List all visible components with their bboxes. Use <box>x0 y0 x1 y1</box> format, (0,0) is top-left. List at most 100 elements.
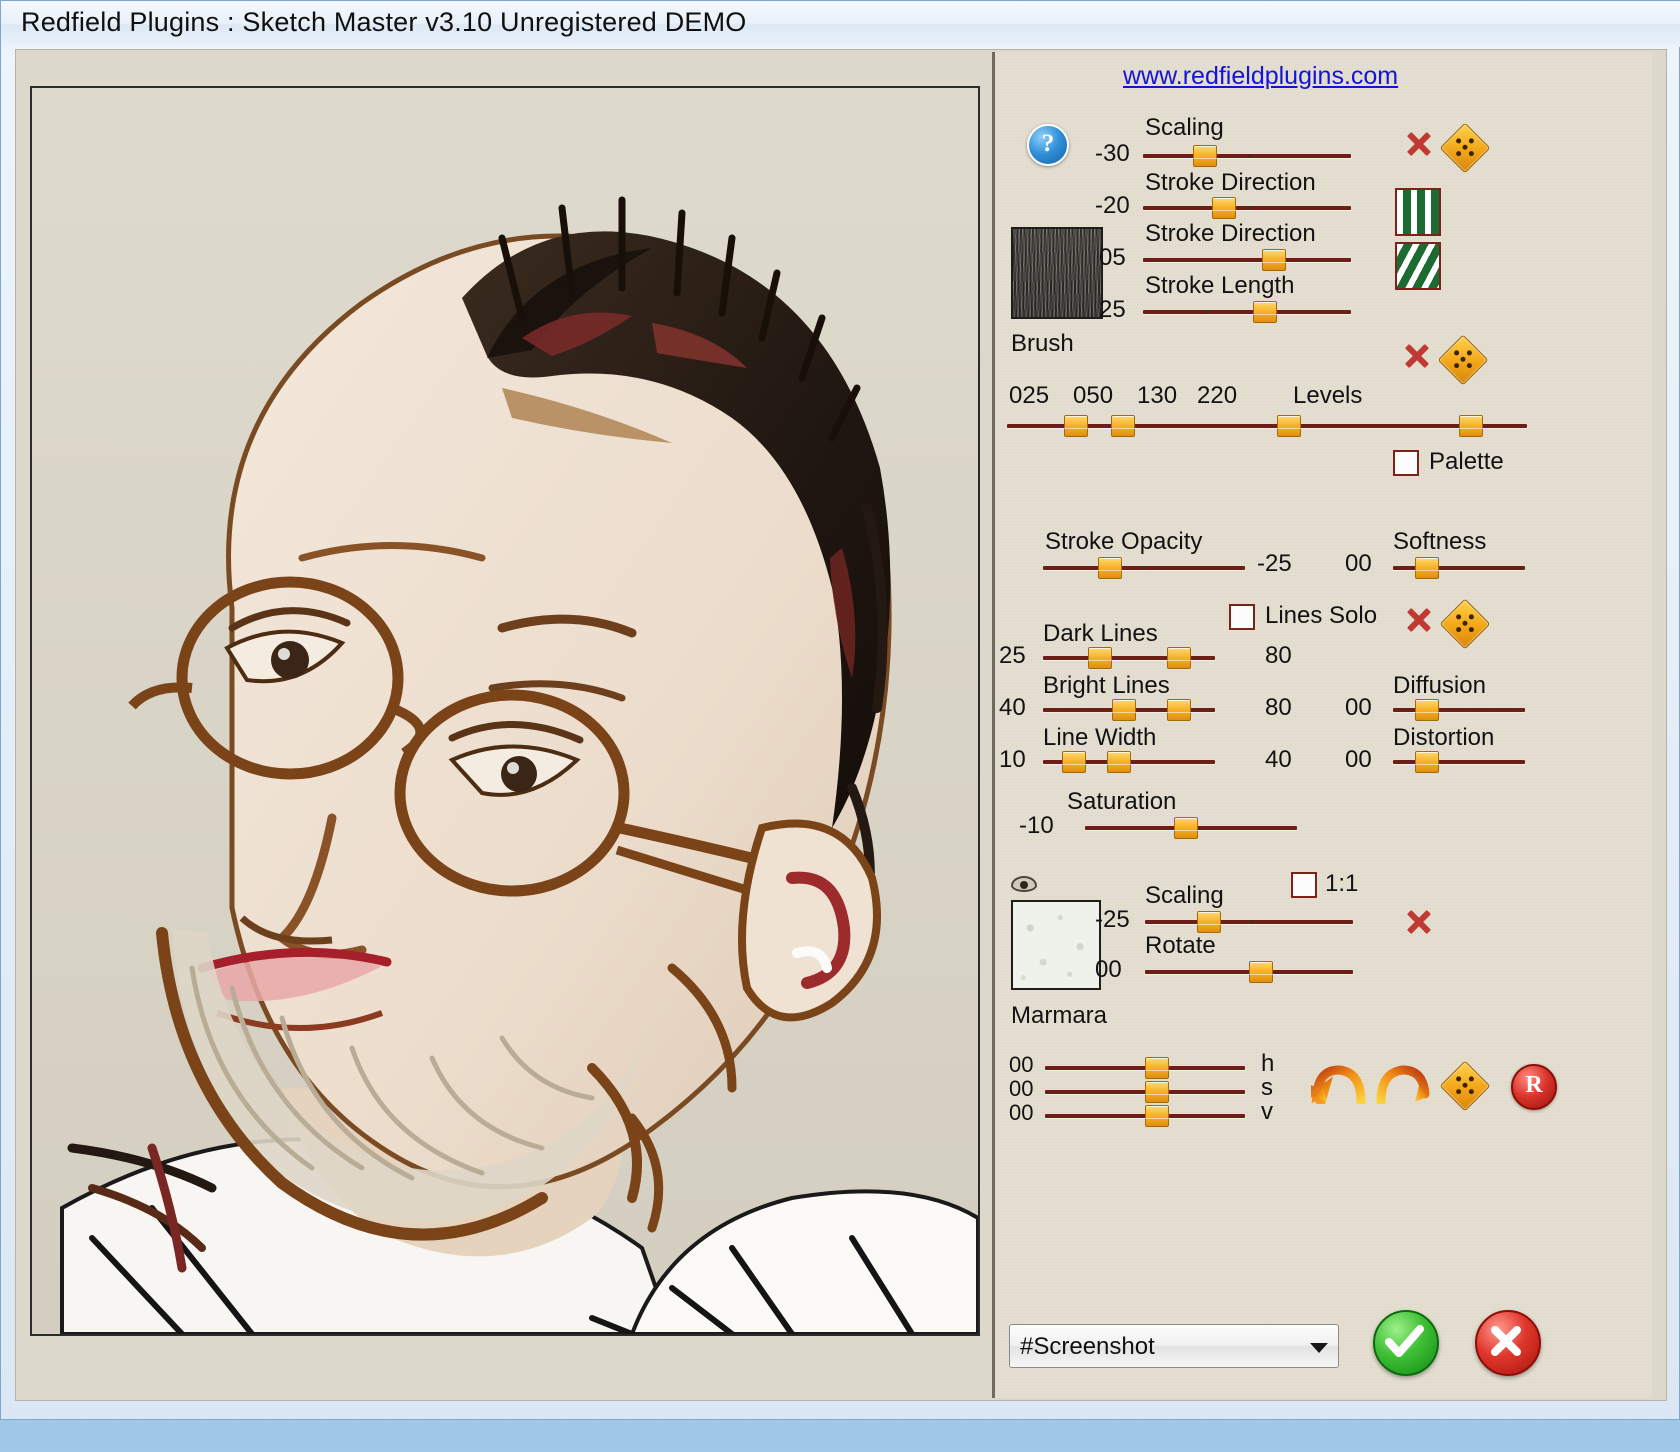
hsv-track-h[interactable] <box>1045 1057 1245 1079</box>
slider-tick <box>1249 920 1253 924</box>
slider-handle-stroke-direction-1[interactable] <box>1211 197 1236 219</box>
dark-lines-handle-max[interactable] <box>1166 647 1191 669</box>
reset-x-icon-brush[interactable] <box>1405 130 1433 158</box>
move-diamond-icon-lines[interactable] <box>1439 598 1491 650</box>
texture-swatch[interactable] <box>1011 900 1101 990</box>
hsv-track-s[interactable] <box>1045 1081 1245 1103</box>
line-width-handle-max[interactable] <box>1106 751 1131 773</box>
hsv-track-v[interactable] <box>1045 1105 1245 1127</box>
lines-solo-checkbox[interactable] <box>1229 604 1255 630</box>
reset-x-icon-texture[interactable] <box>1405 908 1433 936</box>
hsv-value-v: 00 <box>1009 1100 1034 1125</box>
undo-arrow-icon[interactable] <box>1311 1064 1367 1104</box>
slider-track-scaling-brush[interactable] <box>1143 145 1351 167</box>
stroke-opacity-handle[interactable] <box>1097 557 1122 579</box>
diffusion-track[interactable] <box>1393 699 1525 721</box>
softness-track[interactable] <box>1393 557 1525 579</box>
pattern-diagonal-stripes-button[interactable] <box>1395 242 1441 290</box>
move-diamond-icon-levels[interactable] <box>1437 334 1489 386</box>
ok-button[interactable] <box>1373 1310 1439 1376</box>
levels-handle-2[interactable] <box>1277 415 1302 437</box>
help-icon[interactable]: ? <box>1027 124 1069 166</box>
slider-track-stroke-direction-2[interactable] <box>1143 249 1351 271</box>
distortion-track[interactable] <box>1393 751 1525 773</box>
texture-rotate-track[interactable] <box>1145 961 1353 983</box>
palette-label: Palette <box>1429 448 1504 475</box>
move-diamond-icon-hsv[interactable] <box>1439 1060 1491 1112</box>
bright-lines-label: Bright Lines <box>1043 672 1170 699</box>
saturation-handle[interactable] <box>1174 817 1199 839</box>
stroke-opacity-value: -25 <box>1257 550 1292 577</box>
redo-arrow-icon[interactable] <box>1375 1064 1431 1104</box>
plugin-window: Redfield Plugins : Sketch Master v3.10 U… <box>0 0 1680 1420</box>
bright-lines-handle-max[interactable] <box>1166 699 1191 721</box>
brush-swatch[interactable] <box>1011 227 1103 319</box>
reset-x-icon-lines[interactable] <box>1405 606 1433 634</box>
slider-track-stroke-direction-1[interactable] <box>1143 197 1351 219</box>
slider-label-stroke-direction-1: Stroke Direction <box>1145 169 1316 196</box>
preset-value: #Screenshot <box>1020 1333 1155 1360</box>
slider-handle-stroke-direction-2[interactable] <box>1261 249 1286 271</box>
levels-value-1: 050 <box>1073 382 1114 409</box>
distortion-handle[interactable] <box>1415 751 1440 773</box>
preset-dropdown[interactable]: #Screenshot <box>1009 1324 1339 1368</box>
client-area: www.redfieldplugins.com ? Brush Scaling … <box>15 49 1667 1401</box>
one-to-one-checkbox[interactable] <box>1291 872 1317 898</box>
control-panel: www.redfieldplugins.com ? Brush Scaling … <box>992 52 1652 1398</box>
slider-handle-scaling-brush[interactable] <box>1192 145 1217 167</box>
texture-caption: Marmara <box>1011 1002 1108 1029</box>
texture-rotate-handle[interactable] <box>1249 961 1273 983</box>
dark-lines-track[interactable] <box>1043 647 1215 669</box>
levels-track[interactable] <box>1007 415 1527 437</box>
distortion-label: Distortion <box>1393 724 1495 751</box>
slider-label-stroke-length: Stroke Length <box>1145 272 1295 299</box>
preview-canvas[interactable] <box>30 86 980 1336</box>
bright-lines-handle-min[interactable] <box>1111 699 1136 721</box>
hsv-value-h: 00 <box>1009 1052 1034 1077</box>
move-diamond-icon-brush[interactable] <box>1439 122 1491 174</box>
distortion-value: 00 <box>1345 746 1372 773</box>
levels-handle-1[interactable] <box>1111 415 1135 437</box>
dark-lines-max-value: 80 <box>1265 642 1292 669</box>
levels-handle-0[interactable] <box>1064 415 1089 437</box>
window-title: Redfield Plugins : Sketch Master v3.10 U… <box>21 7 747 37</box>
hsv-handle-h[interactable] <box>1145 1057 1169 1079</box>
slider-tick <box>1205 310 1210 314</box>
dark-lines-label: Dark Lines <box>1043 620 1158 647</box>
line-width-handle-min[interactable] <box>1061 751 1086 773</box>
website-link[interactable]: www.redfieldplugins.com <box>1123 62 1398 91</box>
levels-value-0: 025 <box>1009 382 1050 409</box>
bright-lines-track[interactable] <box>1043 699 1215 721</box>
slider-track-stroke-length[interactable] <box>1143 301 1351 323</box>
stroke-opacity-track[interactable] <box>1043 557 1245 579</box>
slider-handle-stroke-length[interactable] <box>1253 301 1278 323</box>
visibility-eye-icon[interactable] <box>1011 876 1037 892</box>
dark-lines-min-value: 25 <box>999 642 1026 669</box>
diffusion-handle[interactable] <box>1415 699 1440 721</box>
pattern-vertical-stripes-button[interactable] <box>1395 188 1441 236</box>
sketch-portrait-image <box>32 88 978 1334</box>
saturation-track[interactable] <box>1085 817 1297 839</box>
one-to-one-label: 1:1 <box>1325 870 1359 897</box>
palette-checkbox[interactable] <box>1393 450 1419 476</box>
softness-handle[interactable] <box>1415 557 1440 579</box>
texture-scaling-label: Scaling <box>1145 882 1224 909</box>
texture-scaling-track[interactable] <box>1145 911 1353 933</box>
softness-label: Softness <box>1393 528 1487 555</box>
line-width-label: Line Width <box>1043 724 1157 751</box>
slider-value-stroke-length: 25 <box>1099 296 1126 323</box>
levels-handle-3[interactable] <box>1459 415 1484 437</box>
slider-tick <box>1247 154 1251 158</box>
texture-scaling-handle[interactable] <box>1197 911 1221 933</box>
cancel-button[interactable] <box>1475 1310 1541 1376</box>
slider-value-scaling-brush: -30 <box>1095 140 1130 167</box>
line-width-track[interactable] <box>1043 751 1215 773</box>
texture-rotate-label: Rotate <box>1145 932 1216 959</box>
dark-lines-handle-min[interactable] <box>1087 647 1112 669</box>
slider-tick <box>1247 206 1251 210</box>
reset-x-icon-levels[interactable] <box>1403 342 1431 370</box>
hsv-handle-s[interactable] <box>1145 1081 1169 1103</box>
app-root: Redfield Plugins : Sketch Master v3.10 U… <box>0 0 1680 1452</box>
random-button[interactable]: R <box>1511 1064 1557 1110</box>
hsv-handle-v[interactable] <box>1145 1105 1169 1127</box>
